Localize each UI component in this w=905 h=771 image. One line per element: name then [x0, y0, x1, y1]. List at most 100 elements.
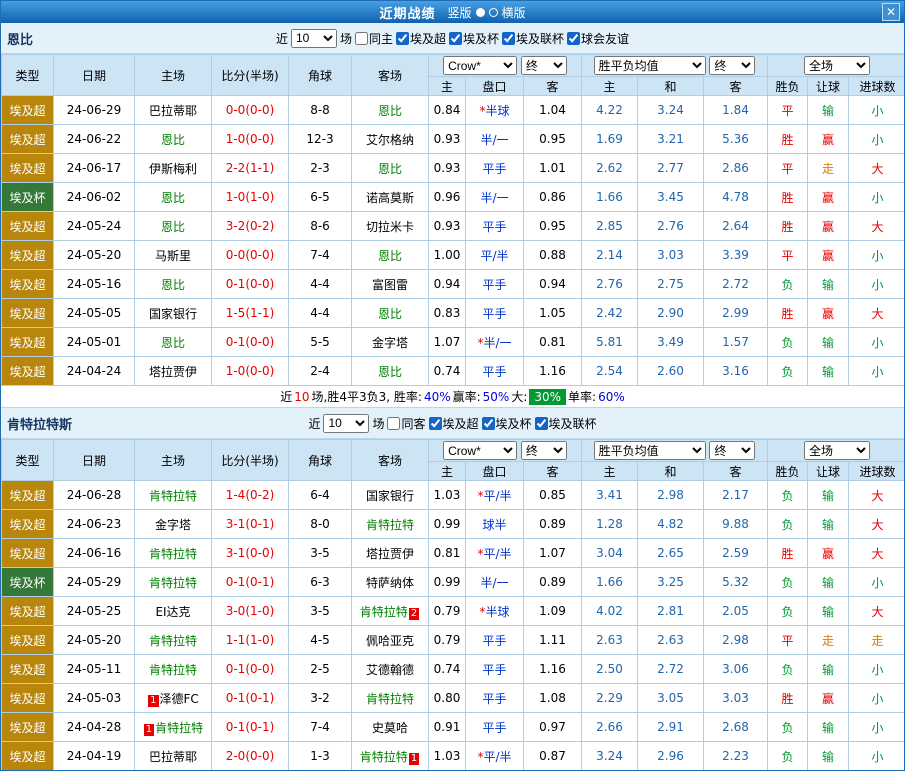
portrait-radio-icon[interactable]: [476, 8, 485, 17]
league-filter[interactable]: 球会友谊: [567, 30, 629, 47]
col-header-corner: 角球: [289, 440, 352, 481]
league-filter[interactable]: 埃及杯: [449, 30, 499, 47]
result: 大: [849, 212, 905, 241]
league-checkbox[interactable]: [429, 417, 442, 430]
same-venue-checkbox[interactable]: [387, 417, 400, 430]
mean-stage-select[interactable]: 终: [709, 56, 755, 75]
euro-odds: 3.21: [638, 125, 704, 154]
euro-odds: 2.29: [582, 684, 638, 713]
away-water: 1.04: [524, 96, 582, 125]
result: 平: [768, 626, 808, 655]
league-checkbox[interactable]: [449, 32, 462, 45]
match-row: 埃及超24-05-05国家银行1-5(1-1)4-4恩比0.83平手1.052.…: [2, 299, 905, 328]
away-water: 0.89: [524, 510, 582, 539]
games-label: 场: [372, 415, 384, 432]
team-cell: 1泽德FC: [135, 684, 212, 713]
score: 2-2(1-1): [212, 154, 289, 183]
corners: 8-8: [289, 96, 352, 125]
league-filter[interactable]: 埃及超: [396, 30, 446, 47]
odds-stage-select[interactable]: 终: [521, 441, 567, 460]
league-checkbox[interactable]: [567, 32, 580, 45]
summary-segment: 单率:: [568, 388, 596, 405]
portrait-label[interactable]: 竖版: [447, 4, 471, 21]
euro-odds: 1.57: [704, 328, 768, 357]
result: 输: [808, 568, 849, 597]
match-row: 埃及超24-06-17伊斯梅利2-2(1-1)2-3恩比0.93平手1.012.…: [2, 154, 905, 183]
away-water: 1.16: [524, 357, 582, 386]
layout-radio-group: 竖版 横版: [447, 4, 525, 21]
score: 0-1(0-1): [212, 568, 289, 597]
team-cell: 国家银行: [135, 299, 212, 328]
scope-select[interactable]: 全场: [804, 441, 870, 460]
match-count-select[interactable]: 10: [323, 414, 369, 433]
euro-odds: 3.24: [582, 742, 638, 771]
team-cell: 恩比: [352, 241, 429, 270]
league-checkbox[interactable]: [482, 417, 495, 430]
score: 0-1(0-0): [212, 270, 289, 299]
match-date: 24-06-02: [54, 183, 135, 212]
same-venue-checkbox[interactable]: [355, 32, 368, 45]
mean-stage-select[interactable]: 终: [709, 441, 755, 460]
league-filter[interactable]: 埃及杯: [482, 415, 532, 432]
home-water: 0.91: [429, 713, 466, 742]
match-date: 24-06-22: [54, 125, 135, 154]
odds-company-select[interactable]: Crow*: [443, 441, 517, 460]
euro-odds: 2.86: [704, 154, 768, 183]
league-checkbox[interactable]: [535, 417, 548, 430]
league-filter[interactable]: 埃及超: [429, 415, 479, 432]
league-filter[interactable]: 埃及联杯: [502, 30, 564, 47]
home-water: 1.03: [429, 742, 466, 771]
odds-stage-select[interactable]: 终: [521, 56, 567, 75]
same-venue-filter[interactable]: 同客: [387, 415, 425, 432]
league-filter[interactable]: 埃及联杯: [535, 415, 597, 432]
euro-odds: 2.77: [638, 154, 704, 183]
result: 负: [768, 510, 808, 539]
scope-select[interactable]: 全场: [804, 56, 870, 75]
corners: 2-3: [289, 154, 352, 183]
mean-odds-select[interactable]: 胜平负均值: [594, 441, 706, 460]
away-water: 1.09: [524, 597, 582, 626]
match-count-select[interactable]: 10: [291, 29, 337, 48]
euro-odds-header: 胜平负均值 终: [582, 440, 768, 462]
popup-title: 近期战绩: [379, 3, 435, 22]
away-water: 0.88: [524, 241, 582, 270]
league-checkbox[interactable]: [502, 32, 515, 45]
league-label: 埃及杯: [496, 415, 532, 432]
league-label: 埃及超: [410, 30, 446, 47]
euro-odds: 2.76: [582, 270, 638, 299]
odds-company-select[interactable]: Crow*: [443, 56, 517, 75]
euro-odds: 5.36: [704, 125, 768, 154]
result: 小: [849, 183, 905, 212]
team-cell: 1肯特拉特: [135, 713, 212, 742]
euro-odds: 4.78: [704, 183, 768, 212]
home-water: 0.99: [429, 510, 466, 539]
handicap: 平手: [466, 626, 524, 655]
result: 赢: [808, 241, 849, 270]
mean-odds-select[interactable]: 胜平负均值: [594, 56, 706, 75]
euro-odds: 1.66: [582, 183, 638, 212]
team-cell: 肯特拉特1: [352, 742, 429, 771]
handicap: *半球: [466, 597, 524, 626]
score: 3-1(0-0): [212, 539, 289, 568]
team-cell: 巴拉蒂耶: [135, 742, 212, 771]
league-checkbox[interactable]: [396, 32, 409, 45]
summary-segment: 大:: [511, 388, 527, 405]
away-water: 0.95: [524, 125, 582, 154]
result: 输: [808, 655, 849, 684]
subcol-away-odds: 客: [524, 77, 582, 96]
close-icon[interactable]: ✕: [882, 3, 900, 21]
landscape-radio-icon[interactable]: [489, 8, 498, 17]
result: 负: [768, 597, 808, 626]
same-venue-filter[interactable]: 同主: [355, 30, 393, 47]
away-water: 0.85: [524, 481, 582, 510]
corners: 4-4: [289, 299, 352, 328]
subcol-lose: 客: [704, 462, 768, 481]
match-date: 24-05-03: [54, 684, 135, 713]
match-date: 24-05-24: [54, 212, 135, 241]
match-date: 24-04-28: [54, 713, 135, 742]
subcol-lose: 客: [704, 77, 768, 96]
team-name: 恩比: [7, 29, 33, 48]
away-water: 1.16: [524, 655, 582, 684]
euro-odds: 2.90: [638, 299, 704, 328]
landscape-label[interactable]: 横版: [502, 4, 526, 21]
